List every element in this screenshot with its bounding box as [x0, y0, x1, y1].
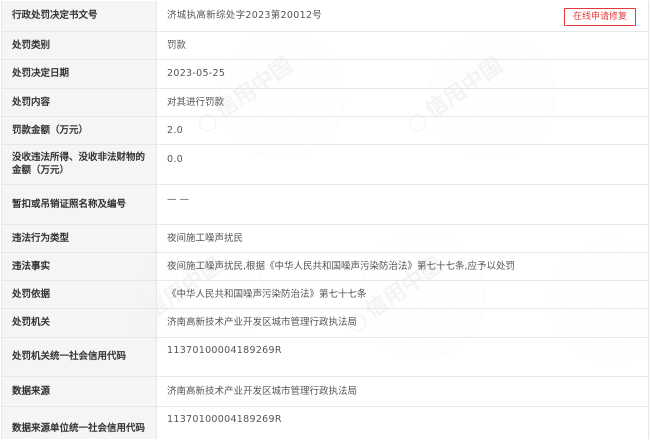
table-row-license: 暂扣或吊销证照名称及编号 — — [2, 184, 648, 225]
row-value-cell: 济城执高新综处字2023第20012号 在线申请修复 [156, 1, 648, 32]
table-row-penalty-basis: 处罚依据 《中华人民共和国噪声污染防治法》第七十七条 [2, 280, 648, 309]
row-label: 处罚决定日期 [2, 59, 157, 89]
row-value: 对其进行罚款 [156, 88, 648, 117]
table-row-content: 处罚内容 对其进行罚款 [2, 88, 648, 117]
row-label: 数据来源单位统一社会信用代码 [2, 406, 157, 439]
row-value: 济南高新技术产业开发区城市管理行政执法局 [156, 308, 648, 338]
online-repair-button[interactable]: 在线申请修复 [563, 8, 636, 26]
penalty-detail-panel: 信用中国 信用中国 信用中国 信用中国 行政处罚决定书文号 济城执高新综处字20… [1, 1, 649, 439]
table-row-decision-date: 处罚决定日期 2023-05-25 [2, 59, 648, 89]
table-row-violation-facts: 违法事实 夜间施工噪声扰民,根据《中华人民共和国噪声污染防治法》第七十七条,应予… [2, 252, 648, 281]
row-label: 数据来源 [2, 376, 157, 407]
row-value: 夜间施工噪声扰民,根据《中华人民共和国噪声污染防治法》第七十七条,应予以处罚 [156, 252, 648, 281]
row-value: 0.0 [156, 144, 648, 185]
table-row-data-source: 数据来源 济南高新技术产业开发区城市管理行政执法局 [2, 376, 648, 407]
row-value: 罚款 [156, 31, 648, 60]
penalty-info-table: 行政处罚决定书文号 济城执高新综处字2023第20012号 在线申请修复 处罚类… [2, 1, 648, 439]
row-value: 济城执高新综处字2023第20012号 [167, 10, 323, 22]
row-label: 没收违法所得、没收非法财物的金额（万元） [2, 144, 157, 185]
row-value: 2023-05-25 [156, 59, 648, 89]
row-value: 济南高新技术产业开发区城市管理行政执法局 [156, 376, 648, 407]
table-row-violation-type: 违法行为类型 夜间施工噪声扰民 [2, 224, 648, 253]
row-label: 处罚内容 [2, 88, 157, 117]
table-row-category: 处罚类别 罚款 [2, 31, 648, 60]
row-value: 11370100004189269R [156, 337, 648, 377]
table-row-decision-no: 行政处罚决定书文号 济城执高新综处字2023第20012号 在线申请修复 [2, 1, 648, 32]
row-label: 处罚机关统一社会信用代码 [2, 337, 157, 377]
row-label: 违法行为类型 [2, 224, 157, 253]
table-row-source-credit-code: 数据来源单位统一社会信用代码 11370100004189269R [2, 406, 648, 439]
row-label: 违法事实 [2, 252, 157, 281]
table-row-confiscation-amount: 没收违法所得、没收非法财物的金额（万元） 0.0 [2, 144, 648, 185]
row-label: 行政处罚决定书文号 [2, 1, 157, 32]
table-row-authority: 处罚机关 济南高新技术产业开发区城市管理行政执法局 [2, 308, 648, 338]
row-value: 11370100004189269R [156, 406, 648, 439]
table-row-authority-credit-code: 处罚机关统一社会信用代码 11370100004189269R [2, 337, 648, 377]
row-value: — — [156, 184, 648, 225]
row-value: 夜间施工噪声扰民 [156, 224, 648, 253]
row-label: 暂扣或吊销证照名称及编号 [2, 184, 157, 225]
row-label: 处罚依据 [2, 280, 157, 309]
table-row-fine-amount: 罚款金额（万元） 2.0 [2, 116, 648, 145]
row-value: 《中华人民共和国噪声污染防治法》第七十七条 [156, 280, 648, 309]
row-value: 2.0 [156, 116, 648, 145]
row-label: 处罚机关 [2, 308, 157, 338]
row-label: 罚款金额（万元） [2, 116, 157, 145]
row-label: 处罚类别 [2, 31, 157, 60]
